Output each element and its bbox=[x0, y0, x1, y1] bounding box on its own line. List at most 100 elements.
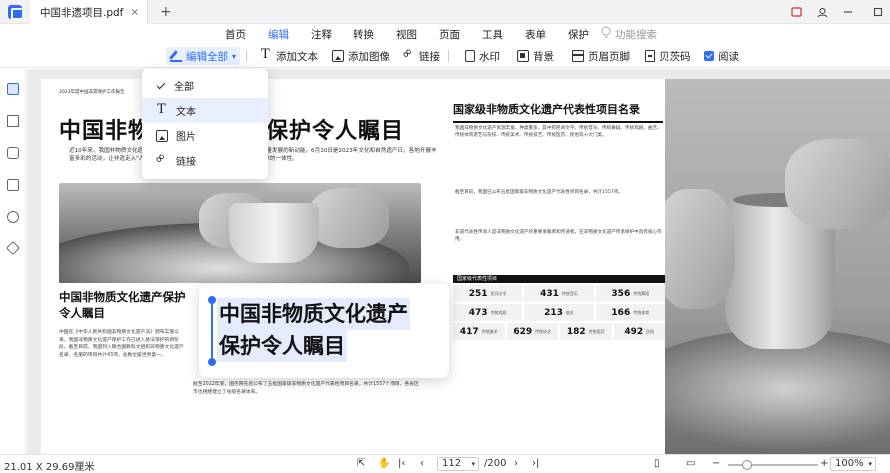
first-page-icon[interactable]: |‹ bbox=[398, 458, 405, 469]
watermark-label: 水印 bbox=[479, 50, 500, 63]
thumbnails-icon[interactable] bbox=[7, 83, 19, 95]
stat-label: 传统戏剧 bbox=[490, 309, 507, 315]
document-tab[interactable]: 中国非遗项目.pdf × bbox=[30, 0, 148, 24]
stat-cell: 492 民俗 bbox=[613, 323, 665, 340]
header-footer-label: 页眉页脚 bbox=[588, 50, 630, 63]
right-paragraph-1[interactable]: 我国非物质文化遗产资源丰富、种类繁多，其中有民间文学、传统音乐、传统舞蹈、传统戏… bbox=[455, 125, 665, 139]
menu-comment[interactable]: 注释 bbox=[311, 27, 332, 42]
layers-icon[interactable] bbox=[5, 240, 21, 256]
add-text-button[interactable]: 添加文本 bbox=[256, 47, 322, 65]
dropdown-item-image[interactable]: 图片 bbox=[142, 123, 268, 148]
editable-text-line[interactable]: 保护令人瞩目 bbox=[217, 330, 347, 362]
stat-number: 629 bbox=[513, 326, 533, 337]
menu-convert[interactable]: 转换 bbox=[353, 27, 374, 42]
bookmark-icon[interactable] bbox=[7, 115, 19, 127]
dropdown-item-link[interactable]: 链接 bbox=[142, 148, 268, 173]
right-paragraph-3[interactable]: 非遗代表性传承人是非物质文化遗产的重要承载者和传递者，在非物质文化遗产传承保护中… bbox=[455, 229, 665, 243]
new-tab-icon[interactable]: + bbox=[160, 4, 172, 20]
link-button[interactable]: 链接 bbox=[399, 47, 444, 65]
status-bar: 21.01 X 29.69厘米 ⇱ ✋ |‹ ‹ 112 ▾ /200 › ›|… bbox=[0, 454, 890, 473]
right-title[interactable]: 国家级非物质文化遗产代表性项目名录 bbox=[453, 101, 663, 123]
zoom-in-icon[interactable]: + bbox=[820, 458, 828, 469]
stat-cell: 356 传统舞蹈 bbox=[595, 285, 665, 302]
edit-all-button[interactable]: 编辑全部 ▾ bbox=[166, 47, 241, 65]
hand-right bbox=[309, 188, 389, 248]
read-mode-toggle[interactable]: 阅读 bbox=[700, 47, 743, 65]
minimize-icon[interactable] bbox=[836, 0, 860, 24]
add-text-label: 添加文本 bbox=[276, 50, 318, 63]
bates-button[interactable]: 贝茨码 bbox=[641, 47, 695, 65]
comments-icon[interactable] bbox=[7, 147, 19, 159]
menu-bar: 首页 编辑 注释 转换 视图 页面 工具 表单 保护 功能搜索 bbox=[0, 24, 890, 46]
zoom-slider-handle[interactable] bbox=[742, 460, 752, 470]
left-column-text[interactable]: 中国在《中华人民共和国非物质文化遗产法》颁布实施以来，我国非物质文化遗产保护工作… bbox=[59, 329, 185, 359]
read-mode-checkbox[interactable] bbox=[704, 51, 714, 61]
page-header-text: 2023年度中国非遗保护工作报告 bbox=[59, 90, 125, 95]
menu-tools[interactable]: 工具 bbox=[482, 27, 503, 42]
page-layout-icon[interactable]: ▭ bbox=[686, 458, 695, 469]
editable-text-block[interactable]: 中国非物质文化遗产 保护令人瞩目 bbox=[208, 296, 437, 366]
image-icon bbox=[332, 50, 344, 62]
attachment-icon[interactable] bbox=[7, 179, 19, 191]
menu-home[interactable]: 首页 bbox=[225, 27, 246, 42]
zoom-out-icon[interactable]: − bbox=[712, 458, 720, 469]
hand-left bbox=[665, 189, 735, 309]
dropdown-item-all[interactable]: 全部 bbox=[142, 73, 268, 98]
stat-number: 431 bbox=[540, 288, 559, 299]
chevron-down-icon: ▾ bbox=[232, 51, 237, 61]
title-bar: 中国非遗项目.pdf × + bbox=[0, 0, 890, 24]
pottery-vase-photo[interactable] bbox=[665, 79, 890, 454]
right-paragraph-2[interactable]: 截至目前，我国已公布五批国家级非物质文化遗产代表性项目名录，共计1557项。 bbox=[455, 189, 665, 196]
add-image-label: 添加图像 bbox=[348, 50, 390, 63]
chevron-down-icon: ▾ bbox=[471, 460, 475, 468]
fit-page-icon[interactable]: ▯ bbox=[654, 458, 660, 469]
middle-column-text[interactable]: 截至2022年底，国务院先后公布了五批国家级非物质文化遗产代表性项目名录，共计1… bbox=[193, 381, 423, 396]
pottery-wheel-photo[interactable] bbox=[59, 183, 421, 283]
text-cursor-handle[interactable] bbox=[208, 296, 216, 366]
last-page-icon[interactable]: ›| bbox=[532, 458, 539, 469]
stat-label: 传统医药 bbox=[588, 328, 605, 334]
editable-text-line[interactable]: 中国非物质文化遗产 bbox=[217, 298, 410, 330]
stats-row: 251 民间文学 431 传统音乐 356 传统舞蹈 bbox=[453, 285, 665, 302]
stat-number: 166 bbox=[611, 307, 631, 318]
section-title[interactable]: 中国非物质文化遗产保护令人瞩目 bbox=[59, 289, 189, 321]
stats-row: 473 传统戏剧 213 曲艺 166 传统体育 bbox=[453, 304, 665, 321]
stat-label: 民间文学 bbox=[490, 290, 507, 296]
menu-protect[interactable]: 保护 bbox=[568, 27, 589, 42]
stats-row: 417 传统美术 629 传统技艺 182 传统医药 492 民俗 bbox=[453, 323, 665, 340]
menu-form[interactable]: 表单 bbox=[525, 27, 546, 42]
link-icon bbox=[156, 155, 168, 167]
dropdown-item-label: 链接 bbox=[176, 157, 196, 168]
stat-number: 182 bbox=[566, 326, 586, 337]
menu-page[interactable]: 页面 bbox=[439, 27, 460, 42]
feedback-icon[interactable] bbox=[784, 0, 808, 24]
feature-search[interactable]: 功能搜索 bbox=[615, 27, 657, 42]
dropdown-item-text[interactable]: 文本 bbox=[142, 98, 268, 123]
stats-table: 251 民间文学 431 传统音乐 356 传统舞蹈 473 传统戏剧 213 曲艺 16… bbox=[453, 285, 665, 342]
hand-top bbox=[785, 139, 890, 229]
stat-label: 传统体育 bbox=[633, 309, 650, 315]
header-footer-button[interactable]: 页眉页脚 bbox=[568, 47, 634, 65]
stat-cell: 251 民间文学 bbox=[453, 285, 523, 302]
hand-left bbox=[199, 193, 269, 248]
text-edit-preview-card[interactable]: 中国非物质文化遗产 保护令人瞩目 bbox=[199, 284, 449, 378]
menu-edit[interactable]: 编辑 bbox=[268, 27, 289, 46]
maximize-icon[interactable] bbox=[866, 0, 890, 24]
select-tool-icon[interactable]: ⇱ bbox=[357, 458, 365, 469]
prev-page-icon[interactable]: ‹ bbox=[420, 458, 424, 469]
next-page-icon[interactable]: › bbox=[514, 458, 518, 469]
link-label: 链接 bbox=[419, 50, 440, 63]
background-button[interactable]: 背景 bbox=[513, 47, 558, 65]
stat-cell: 213 曲艺 bbox=[524, 304, 594, 321]
hand-tool-icon[interactable]: ✋ bbox=[378, 458, 390, 469]
toolbar-divider bbox=[246, 50, 247, 62]
add-image-button[interactable]: 添加图像 bbox=[328, 47, 394, 65]
watermark-button[interactable]: 水印 bbox=[461, 47, 504, 65]
menu-view[interactable]: 视图 bbox=[396, 27, 417, 42]
page-number-input[interactable]: 112 ▾ bbox=[437, 457, 479, 471]
close-tab-icon[interactable]: × bbox=[131, 7, 139, 18]
zoom-level-select[interactable]: 100% ▾ bbox=[830, 457, 876, 471]
stat-cell: 629 传统技艺 bbox=[506, 323, 558, 340]
search-icon[interactable] bbox=[7, 211, 19, 223]
account-icon[interactable] bbox=[810, 0, 834, 24]
